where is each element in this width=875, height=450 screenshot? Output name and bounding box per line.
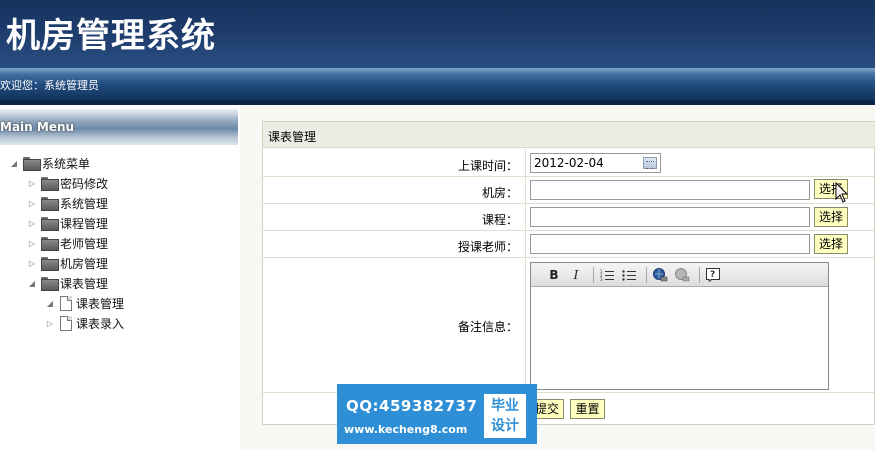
sidebar-item-schedule[interactable]: ◢ 课表管理 bbox=[26, 273, 108, 293]
row-divider bbox=[525, 149, 526, 176]
notes-label: 备注信息： bbox=[457, 320, 518, 334]
course-input[interactable] bbox=[530, 207, 810, 227]
toolbar-separator bbox=[646, 266, 647, 283]
reset-button[interactable]: 重置 bbox=[570, 399, 605, 419]
row-divider bbox=[525, 177, 526, 203]
sidebar: Main Menu ◢ 系统菜单 ▷ 密码修改 ▷ 系统管理 ▷ 课程管理 ▷ … bbox=[0, 109, 238, 450]
row-divider bbox=[525, 231, 526, 257]
document-icon bbox=[60, 295, 72, 311]
sidebar-item-label: 系统管理 bbox=[60, 196, 109, 211]
folder-icon bbox=[23, 157, 41, 171]
folder-icon bbox=[41, 217, 59, 231]
sidebar-item-label: 老师管理 bbox=[60, 236, 109, 251]
unlink-icon[interactable] bbox=[673, 266, 691, 284]
notes-row: 备注信息： B I 123 ? bbox=[263, 258, 875, 393]
form-title-bar: 课表管理 bbox=[263, 122, 875, 148]
sidebar-item-room[interactable]: ▷ 机房管理 bbox=[26, 253, 108, 273]
welcome-text: 欢迎您：系统管理员 bbox=[0, 79, 99, 92]
expand-triangle-icon[interactable]: ▷ bbox=[26, 177, 38, 189]
toolbar-separator bbox=[699, 266, 700, 283]
editor-toolbar: B I 123 ? bbox=[531, 263, 828, 287]
sidebar-item-course[interactable]: ▷ 课程管理 bbox=[26, 213, 108, 233]
date-row: 上课时间： bbox=[263, 149, 875, 177]
sidebar-subitem-label: 课表管理 bbox=[76, 296, 125, 311]
teacher-select-button[interactable]: 选择 bbox=[814, 234, 848, 254]
tree-root[interactable]: ◢ 系统菜单 bbox=[8, 153, 90, 173]
expand-triangle-icon[interactable]: ▷ bbox=[26, 237, 38, 249]
document-icon bbox=[60, 315, 72, 331]
date-label: 上课时间： bbox=[457, 159, 518, 173]
date-input[interactable] bbox=[530, 153, 661, 173]
help-icon[interactable]: ? bbox=[704, 266, 722, 284]
folder-icon bbox=[41, 277, 59, 291]
collapse-triangle-icon[interactable]: ◢ bbox=[44, 297, 56, 309]
ordered-list-icon[interactable]: 123 bbox=[598, 266, 616, 284]
teacher-row: 授课老师： 选择 bbox=[263, 231, 875, 258]
bold-icon[interactable]: B bbox=[545, 266, 563, 284]
schedule-form: 课表管理 上课时间： 机房： 选择 课程： 选择 授课老师： bbox=[262, 121, 875, 425]
watermark-banner: QQ:459382737 www.kecheng8.com 毕业 设计 bbox=[337, 384, 537, 444]
room-label: 机房： bbox=[481, 186, 518, 200]
folder-icon bbox=[41, 237, 59, 251]
expand-triangle-icon[interactable]: ▷ bbox=[26, 257, 38, 269]
watermark-badge-line2: 设计 bbox=[491, 418, 519, 434]
expand-triangle-icon[interactable]: ▷ bbox=[44, 317, 56, 329]
sidebar-item-label: 密码修改 bbox=[60, 176, 109, 191]
course-label: 课程： bbox=[481, 213, 518, 227]
watermark-qq: QQ:459382737 bbox=[346, 397, 478, 415]
unordered-list-icon[interactable] bbox=[620, 266, 638, 284]
watermark-url: www.kecheng8.com bbox=[344, 423, 468, 436]
sidebar-item-label: 课表管理 bbox=[60, 276, 109, 291]
notes-editor: B I 123 ? bbox=[530, 262, 829, 390]
tree-root-label: 系统菜单 bbox=[42, 156, 91, 171]
main-content: 课表管理 上课时间： 机房： 选择 课程： 选择 授课老师： bbox=[240, 105, 875, 450]
row-divider bbox=[525, 258, 526, 392]
menu-header: Main Menu bbox=[0, 109, 238, 145]
expand-triangle-icon[interactable]: ▷ bbox=[26, 217, 38, 229]
sidebar-subitem-schedule-manage[interactable]: ◢ 课表管理 bbox=[44, 293, 124, 313]
collapse-triangle-icon[interactable]: ◢ bbox=[26, 277, 38, 289]
course-row: 课程： 选择 bbox=[263, 204, 875, 231]
sidebar-item-label: 机房管理 bbox=[60, 256, 109, 271]
svg-text:3: 3 bbox=[600, 277, 603, 281]
expand-triangle-icon[interactable]: ▷ bbox=[26, 197, 38, 209]
italic-icon[interactable]: I bbox=[567, 266, 585, 284]
app-header: 机房管理系统 bbox=[0, 0, 875, 68]
calendar-icon[interactable] bbox=[643, 157, 657, 169]
folder-icon bbox=[41, 257, 59, 271]
sidebar-item-system[interactable]: ▷ 系统管理 bbox=[26, 193, 108, 213]
collapse-triangle-icon[interactable]: ◢ bbox=[8, 157, 20, 169]
menu-header-label: Main Menu bbox=[0, 120, 75, 134]
notes-editor-body[interactable] bbox=[531, 287, 828, 389]
teacher-label: 授课老师： bbox=[457, 240, 518, 254]
sidebar-subitem-schedule-entry[interactable]: ▷ 课表录入 bbox=[44, 313, 124, 333]
folder-icon bbox=[41, 197, 59, 211]
sidebar-item-password[interactable]: ▷ 密码修改 bbox=[26, 173, 108, 193]
row-divider bbox=[525, 204, 526, 230]
watermark-badge: 毕业 设计 bbox=[484, 394, 526, 438]
room-input[interactable] bbox=[530, 180, 810, 200]
sidebar-item-label: 课程管理 bbox=[60, 216, 109, 231]
toolbar-separator bbox=[593, 266, 594, 283]
app-title: 机房管理系统 bbox=[6, 16, 216, 56]
folder-icon bbox=[41, 177, 59, 191]
sidebar-item-teacher[interactable]: ▷ 老师管理 bbox=[26, 233, 108, 253]
teacher-input[interactable] bbox=[530, 234, 810, 254]
watermark-badge-line1: 毕业 bbox=[491, 398, 519, 414]
sidebar-subitem-label: 课表录入 bbox=[76, 316, 125, 331]
svg-text:?: ? bbox=[710, 270, 715, 280]
course-select-button[interactable]: 选择 bbox=[814, 207, 848, 227]
link-icon[interactable] bbox=[651, 266, 669, 284]
room-row: 机房： 选择 bbox=[263, 177, 875, 204]
form-title: 课表管理 bbox=[268, 130, 317, 144]
